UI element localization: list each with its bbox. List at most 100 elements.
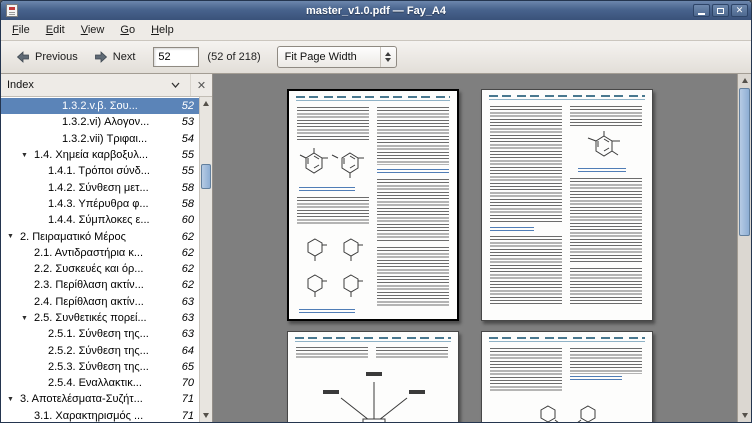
toc-item-label: 1.4.3. Υπέρυθρα φ... — [48, 198, 149, 210]
page-text-lines — [377, 247, 449, 307]
chemical-structure-figure — [580, 130, 636, 166]
toc-item-label: 2.5.1. Σύνθεση της... — [48, 328, 149, 340]
close-icon: ✕ — [736, 6, 744, 15]
toc-item-label: 2.5.4. Εναλλακτικ... — [48, 377, 142, 389]
sidebar-close-button[interactable]: ✕ — [190, 74, 212, 96]
zoom-combobox[interactable]: Fit Page Width — [277, 46, 397, 68]
toc-item-page: 71 — [174, 393, 194, 405]
figure-caption-lines — [299, 309, 355, 314]
document-view[interactable] — [213, 74, 737, 422]
maximize-button[interactable] — [712, 4, 729, 17]
minimize-button[interactable] — [693, 4, 710, 17]
toc-item[interactable]: 1.3.2.v.β. Σου...52 — [1, 98, 199, 114]
document-scroll-thumb[interactable] — [739, 88, 750, 236]
sidebar-scroll-thumb[interactable] — [201, 164, 211, 189]
expander-icon[interactable]: ▼ — [7, 233, 20, 240]
toc-item-label: 1.4.2. Σύνθεση μετ... — [48, 182, 149, 194]
previous-label: Previous — [35, 51, 78, 63]
toc-item[interactable]: 1.4.3. Υπέρυθρα φ... 58 — [1, 196, 199, 212]
spin-up-icon — [385, 52, 391, 56]
pdf-page[interactable] — [287, 331, 459, 422]
sidebar-close-icon: ✕ — [197, 79, 206, 92]
page-text-lines — [490, 106, 562, 224]
menu-go[interactable]: Go — [112, 21, 143, 39]
toc-item-page: 62 — [174, 247, 194, 259]
toc-item[interactable]: ▼2. Πειραματικό Μέρος62 — [1, 228, 199, 244]
toc-item[interactable]: ▼3. Αποτελέσματα-Συζήτ...71 — [1, 391, 199, 407]
scroll-up-icon — [742, 78, 748, 83]
expander-icon[interactable]: ▼ — [21, 315, 34, 322]
toc-item[interactable]: 2.5.3. Σύνθεση της...65 — [1, 359, 199, 375]
pdf-page[interactable] — [481, 89, 653, 321]
toc-item-label: 2.5. Συνθετικές πορεί... — [34, 312, 147, 324]
toc-item-label: 1.4. Χημεία καρβοξυλ... — [34, 149, 148, 161]
chemical-structure-figure — [299, 231, 371, 305]
toc-item-page: 60 — [174, 214, 194, 226]
toc-item-label: 1.4.4. Σύμπλοκες ε... — [48, 214, 150, 226]
scroll-down-button[interactable] — [738, 409, 751, 422]
toc-item[interactable]: 3.1. Χαρακτηρισμός ...71 — [1, 408, 199, 422]
scroll-up-button[interactable] — [200, 97, 212, 110]
expander-icon[interactable]: ▼ — [21, 152, 34, 159]
toc-item[interactable]: 1.3.2.vi) Αλογον...53 — [1, 114, 199, 130]
pdf-document-icon — [6, 4, 18, 17]
page-number-input[interactable] — [153, 47, 199, 67]
toc-item-page: 63 — [174, 296, 194, 308]
toc-item[interactable]: 2.5.4. Εναλλακτικ...70 — [1, 375, 199, 391]
minimize-icon — [698, 13, 705, 15]
scroll-up-button[interactable] — [738, 74, 751, 87]
toc-item[interactable]: 2.2. Συσκευές και όρ...62 — [1, 261, 199, 277]
page-text-lines — [297, 107, 369, 141]
sidebar-view-dropdown[interactable]: Index — [1, 74, 190, 96]
next-page-button[interactable]: Next — [86, 47, 144, 67]
toc-item-page: 62 — [174, 231, 194, 243]
toc-item-page: 55 — [174, 149, 194, 161]
page-count-label: (52 of 218) — [207, 51, 260, 63]
toc-item-page: 55 — [174, 165, 194, 177]
scroll-down-button[interactable] — [200, 409, 212, 422]
toc-item[interactable]: 1.4.1. Τρόποι σύνδ...55 — [1, 163, 199, 179]
toc-item-label: 1.3.2.vi) Αλογον... — [62, 116, 149, 128]
toc-item[interactable]: 2.4. Περίθλαση ακτίν...63 — [1, 294, 199, 310]
toc-item[interactable]: 2.1. Αντιδραστήρια κ...62 — [1, 245, 199, 261]
maximize-icon — [717, 8, 724, 14]
previous-icon — [16, 51, 30, 63]
toc-item-page: 54 — [174, 133, 194, 145]
page-text-lines — [570, 348, 642, 374]
pdf-page[interactable] — [481, 331, 653, 422]
sidebar-scrollbar[interactable] — [199, 97, 212, 422]
page-text-lines — [570, 178, 642, 264]
page-header-rule — [489, 336, 645, 342]
previous-page-button[interactable]: Previous — [8, 47, 86, 67]
expander-icon[interactable]: ▼ — [7, 396, 20, 403]
scroll-down-icon — [203, 413, 209, 418]
document-scrollbar[interactable] — [737, 74, 751, 422]
menu-edit[interactable]: Edit — [38, 21, 73, 39]
toc-item[interactable]: ▼1.4. Χημεία καρβοξυλ... 55 — [1, 147, 199, 163]
menu-view[interactable]: View — [73, 21, 113, 39]
toc-item-page: 58 — [174, 198, 194, 210]
menu-file[interactable]: File — [4, 21, 38, 39]
page-text-lines — [570, 106, 642, 128]
toc-item[interactable]: 1.4.4. Σύμπλοκες ε... 60 — [1, 212, 199, 228]
zoom-value: Fit Page Width — [285, 51, 357, 63]
toc-item-page: 63 — [174, 312, 194, 324]
menu-help[interactable]: Help — [143, 21, 182, 39]
toc-item[interactable]: 1.3.2.vii) Τριφαι...54 — [1, 131, 199, 147]
chemical-structure-figure — [297, 144, 371, 184]
toc-item[interactable]: 2.3. Περίθλαση ακτίν...62 — [1, 277, 199, 293]
toc-item-page: 63 — [174, 328, 194, 340]
toc-item-label: 2.3. Περίθλαση ακτίν... — [34, 279, 144, 291]
pdf-page-current[interactable] — [287, 89, 459, 321]
titlebar[interactable]: master_v1.0.pdf — Fay_A4 ✕ — [1, 1, 751, 20]
toc-item[interactable]: 1.4.2. Σύνθεση μετ... 58 — [1, 179, 199, 195]
toc-item[interactable]: 2.5.2. Σύνθεση της...64 — [1, 342, 199, 358]
close-button[interactable]: ✕ — [731, 4, 748, 17]
page-text-lines — [377, 107, 449, 165]
page-text-lines — [377, 179, 449, 243]
toc-item[interactable]: ▼2.5. Συνθετικές πορεί... 63 — [1, 310, 199, 326]
toc-item[interactable]: 2.5.1. Σύνθεση της... 63 — [1, 326, 199, 342]
toc-item-page: 58 — [174, 182, 194, 194]
pdf-viewer-window: master_v1.0.pdf — Fay_A4 ✕ File Edit Vie… — [0, 0, 752, 423]
toc-tree: 1.3.2.v.β. Σου...521.3.2.vi) Αλογον...53… — [1, 97, 199, 422]
